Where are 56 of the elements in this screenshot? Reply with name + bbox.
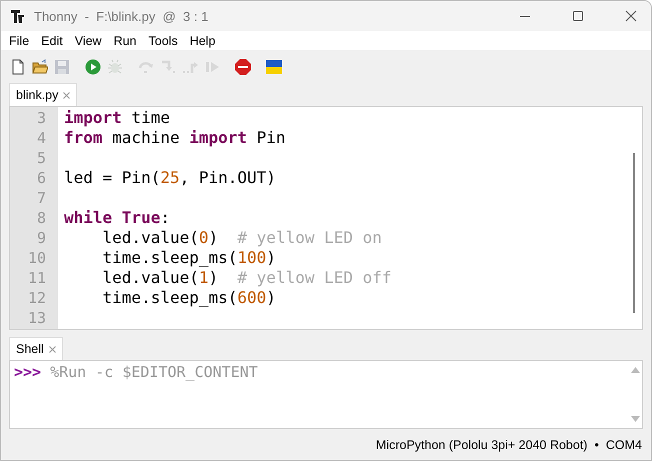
menu-item[interactable]: View [68,34,108,48]
line-number: 4 [36,128,47,148]
code-line: led.value(0) # yellow LED on [102,228,383,248]
folder-button[interactable] [32,59,48,75]
line-number: 7 [36,188,47,208]
code-line: while True: [64,208,171,228]
step-out-icon [182,59,198,75]
interpreter-label[interactable]: MicroPython (Pololu 3pi+ 2040 Robot) [376,438,588,452]
code-line: led = Pin(25, Pin.OUT) [64,168,277,188]
line-number: 8 [36,208,47,228]
menu-item[interactable]: Tools [142,34,184,48]
menu-item[interactable]: Help [184,34,222,48]
shell-command: %Run -c $EDITOR_CONTENT [50,363,258,381]
new-file-button[interactable] [10,59,26,75]
flag-icon [266,59,282,75]
resume-icon [204,59,220,75]
line-number: 12 [26,288,47,308]
play-icon [85,59,101,75]
separator: • [594,438,599,452]
scrollbar-thumb[interactable] [633,153,635,313]
new-file-icon [10,59,26,75]
menu-item[interactable]: Run [108,34,143,48]
line-number: 13 [26,308,47,328]
step-over-icon [138,59,154,75]
tab[interactable]: Shell [9,337,63,360]
code-line: time.sleep_ms(600) [102,288,277,308]
line-number: 6 [36,168,47,188]
flag-button[interactable] [266,59,282,75]
code-line: from machine import Pin [64,128,287,148]
code-line: time.sleep_ms(100) [102,248,277,268]
tab[interactable]: blink.py [9,83,78,106]
line-number: 11 [26,268,47,288]
app-logo-icon [10,8,26,24]
code-line: import time [64,108,171,128]
line-number: 3 [36,108,47,128]
menu-item[interactable]: Edit [35,34,69,48]
maximize-icon[interactable] [572,10,584,22]
stop-sign-icon [235,59,251,75]
line-number: 5 [36,148,47,168]
step-into-icon [160,59,176,75]
code-line: led.value(1) # yellow LED off [102,268,393,288]
close-icon[interactable] [63,92,70,98]
line-number: 9 [36,228,47,248]
folder-icon [32,59,48,75]
close-icon[interactable] [625,10,637,22]
menu-item[interactable]: File [3,34,36,48]
scroll-up-icon[interactable] [630,367,640,373]
play-button[interactable] [85,59,101,75]
close-icon[interactable] [48,346,56,352]
stop-sign-button[interactable] [235,59,251,75]
line-number: 10 [26,248,47,268]
window-title: Thonny - F:\blink.py @ 3 : 1 [34,8,210,24]
bug-icon [107,59,123,75]
port-label[interactable]: COM4 [606,438,642,452]
shell-prompt: >>> [14,363,42,381]
scroll-down-icon[interactable] [630,416,640,422]
